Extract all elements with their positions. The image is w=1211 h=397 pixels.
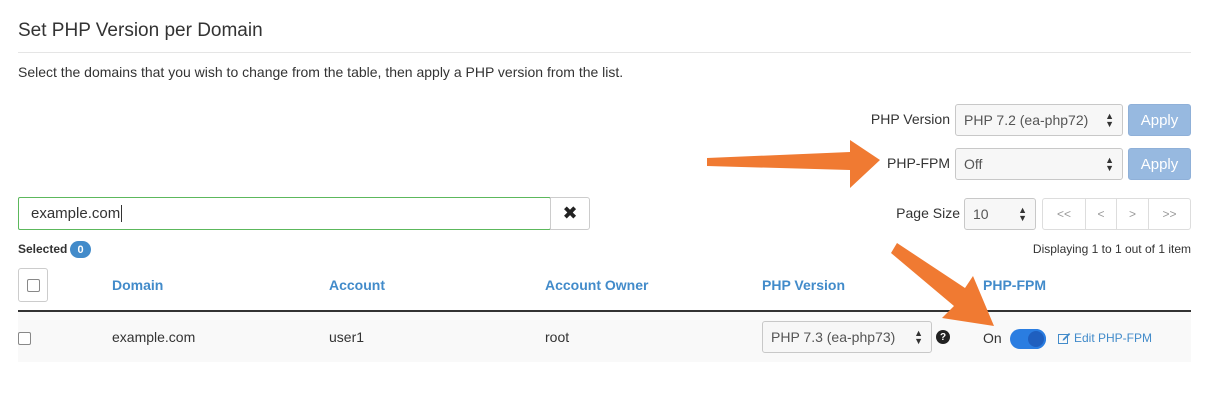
arrow-to-toggle-icon bbox=[891, 243, 994, 326]
annotation-arrows bbox=[707, 140, 994, 326]
arrow-to-php-fpm-icon bbox=[707, 140, 880, 188]
